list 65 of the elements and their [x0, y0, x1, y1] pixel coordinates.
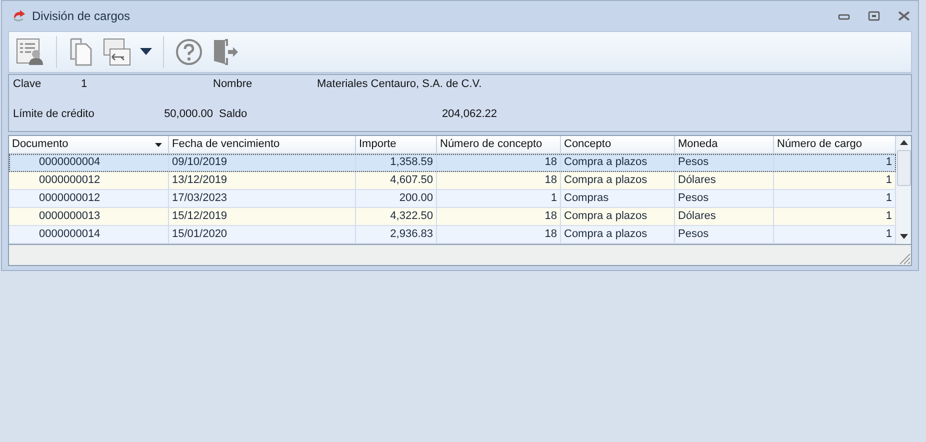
table-row[interactable]: 0000000012 13/12/2019 4,607.50 18 Compra a plazos Dólares 1: [9, 172, 896, 190]
table-cell: 09/10/2019: [169, 154, 356, 171]
table-cell: Pesos: [675, 154, 774, 171]
table-cell: 0000000004: [9, 154, 169, 171]
table-cell: 18: [437, 208, 561, 225]
table-cell: 0000000012: [9, 190, 169, 207]
help-icon[interactable]: [175, 38, 203, 66]
table-cell: 13/12/2019: [169, 172, 356, 189]
table-cell: 0000000012: [9, 172, 169, 189]
field-value: Materiales Centauro, S.A. de C.V.: [317, 78, 482, 92]
table-cell: Compras: [561, 190, 675, 207]
app-icon: [12, 9, 26, 23]
table-cell: 15/12/2019: [169, 208, 356, 225]
table-row[interactable]: 0000000013 15/12/2019 4,322.50 18 Compra a plazos Dólares 1: [9, 208, 896, 226]
table-cell: 18: [437, 172, 561, 189]
resize-grip-icon[interactable]: [899, 253, 911, 265]
table-cell: 15/01/2020: [169, 226, 356, 243]
table-cell: 0000000014: [9, 226, 169, 243]
scroll-down-icon[interactable]: [900, 234, 908, 239]
scroll-up-icon[interactable]: [900, 140, 908, 145]
table-cell: 4,607.50: [356, 172, 437, 189]
table-cell: Compra a plazos: [561, 154, 675, 171]
table-cell: 1,358.59: [356, 154, 437, 171]
column-header[interactable]: Moneda: [675, 136, 774, 153]
contact-card-icon[interactable]: [15, 37, 45, 67]
column-header[interactable]: Número de concepto: [437, 136, 561, 153]
table-cell: Compra a plazos: [561, 172, 675, 189]
table-cell: Dólares: [675, 172, 774, 189]
transfer-windows-icon[interactable]: [102, 37, 132, 67]
table-row[interactable]: 0000000014 15/01/2020 2,936.83 18 Compra a plazos Pesos 1: [9, 226, 896, 244]
column-header[interactable]: Concepto: [561, 136, 675, 153]
column-header[interactable]: Documento: [9, 136, 169, 153]
sort-arrow-icon: [155, 143, 162, 147]
table-row[interactable]: 0000000004 09/10/2019 1,358.59 18 Compra a plazos Pesos 1: [9, 154, 896, 172]
minimize-icon[interactable]: [838, 12, 850, 20]
window-title: División de cargos: [32, 9, 130, 23]
table-cell: 1: [437, 190, 561, 207]
table-cell: 0000000013: [9, 208, 169, 225]
table-cell: 18: [437, 154, 561, 171]
scrollbar[interactable]: [896, 136, 911, 243]
table-cell: 200.00: [356, 190, 437, 207]
column-header[interactable]: Importe: [356, 136, 437, 153]
column-header[interactable]: Fecha de vencimiento: [169, 136, 356, 153]
close-icon[interactable]: [898, 11, 910, 21]
table-cell: 18: [437, 226, 561, 243]
field-value: 1: [81, 78, 88, 92]
table-cell: 17/03/2023: [169, 190, 356, 207]
copy-icon[interactable]: [68, 37, 94, 67]
field-label: Límite de crédito: [13, 108, 96, 122]
table-cell: Pesos: [675, 226, 774, 243]
caret-icon[interactable]: [140, 48, 152, 56]
table-cell: Dólares: [675, 208, 774, 225]
field-value: 204,062.22: [440, 108, 497, 122]
maximize-icon[interactable]: [868, 11, 880, 21]
field-value: 50,000.00: [163, 108, 213, 122]
table-row[interactable]: 0000000012 17/03/2023 200.00 1 Compras Pesos 1: [9, 190, 896, 208]
field-label: Clave: [13, 78, 42, 92]
table-cell: 2,936.83: [356, 226, 437, 243]
field-label: Nombre: [213, 78, 254, 92]
table-cell: Pesos: [675, 190, 774, 207]
table-cell: Compra a plazos: [561, 208, 675, 225]
field-label: Saldo: [219, 108, 248, 122]
table-cell: 4,322.50: [356, 208, 437, 225]
exit-door-icon[interactable]: [211, 38, 239, 66]
table-cell: Compra a plazos: [561, 226, 675, 243]
